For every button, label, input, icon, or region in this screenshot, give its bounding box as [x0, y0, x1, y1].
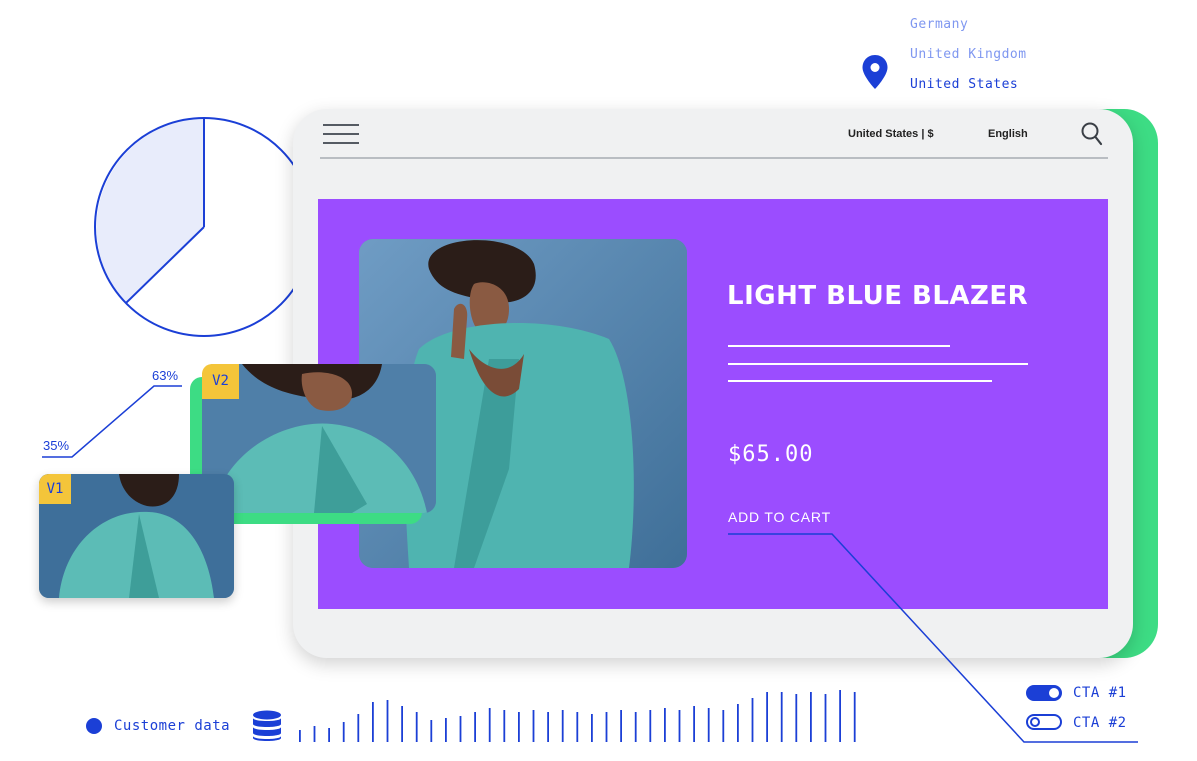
activity-bar: [605, 712, 608, 742]
activity-bar: [810, 692, 812, 742]
activity-bar: [751, 698, 754, 742]
region-currency-selector[interactable]: United States | $: [848, 128, 934, 140]
description-line: [728, 380, 992, 382]
cta-2-label: CTA #2: [1073, 715, 1127, 731]
location-option-germany[interactable]: Germany: [910, 17, 968, 32]
activity-bar: [780, 692, 783, 742]
activity-bar: [839, 690, 841, 742]
activity-bar: [576, 712, 579, 742]
activity-bar: [503, 710, 506, 742]
activity-bar: [591, 714, 593, 742]
cta-2-toggle[interactable]: [1026, 714, 1062, 730]
activity-bar: [620, 710, 622, 742]
add-to-cart-button[interactable]: ADD TO CART: [728, 509, 831, 525]
activity-bar: [415, 712, 418, 742]
activity-bar: [386, 700, 389, 742]
activity-bar: [299, 730, 301, 742]
activity-bar: [532, 710, 535, 742]
activity-bar: [488, 708, 491, 742]
pie-chart: [92, 115, 318, 339]
database-icon: [252, 710, 282, 742]
activity-bar: [737, 704, 739, 742]
activity-bar: [328, 728, 330, 742]
variant-v2-share: 63%: [152, 368, 179, 383]
toggle-knob: [1049, 688, 1059, 698]
activity-bar: [722, 710, 725, 742]
activity-bar: [664, 708, 666, 742]
description-line: [728, 363, 1028, 365]
language-selector[interactable]: English: [988, 128, 1028, 140]
activity-bar: [707, 708, 710, 742]
description-line: [728, 345, 950, 347]
product-title: LIGHT BLUE BLAZER: [727, 281, 1029, 311]
location-option-united-kingdom[interactable]: United Kingdom: [910, 47, 1027, 62]
activity-bar: [853, 692, 856, 742]
activity-bar: [693, 706, 695, 742]
activity-bar: [795, 694, 798, 742]
search-icon[interactable]: [1080, 121, 1104, 147]
customer-data-dot-icon: [86, 718, 102, 734]
data-activity-bars: [296, 686, 871, 742]
location-pin-icon: [861, 54, 889, 90]
toggle-knob: [1030, 717, 1040, 727]
variant-v1-share: 35%: [43, 438, 70, 453]
activity-bar: [313, 726, 316, 742]
cta-1-label: CTA #1: [1073, 685, 1127, 701]
activity-bar: [357, 714, 360, 742]
activity-bar: [401, 706, 403, 742]
product-price: $65.00: [728, 442, 814, 467]
activity-bar: [634, 712, 637, 742]
activity-bar: [474, 712, 476, 742]
variant-v1-tag: V1: [39, 474, 71, 504]
activity-bar: [649, 710, 652, 742]
customer-data-label: Customer data: [114, 718, 231, 734]
activity-bar: [459, 716, 462, 742]
navbar-divider: [320, 157, 1108, 159]
activity-bar: [342, 722, 345, 742]
activity-bar: [445, 718, 447, 742]
cta-1-toggle[interactable]: [1026, 685, 1062, 701]
activity-bar: [372, 702, 374, 742]
location-option-united-states[interactable]: United States: [910, 77, 1018, 92]
activity-bar: [547, 712, 549, 742]
activity-bar: [766, 692, 768, 742]
activity-bar: [561, 710, 564, 742]
variant-v2-tag: V2: [202, 364, 239, 399]
activity-bar: [678, 710, 681, 742]
activity-bar: [430, 720, 433, 742]
activity-bar: [518, 712, 520, 742]
activity-bar: [824, 694, 827, 742]
